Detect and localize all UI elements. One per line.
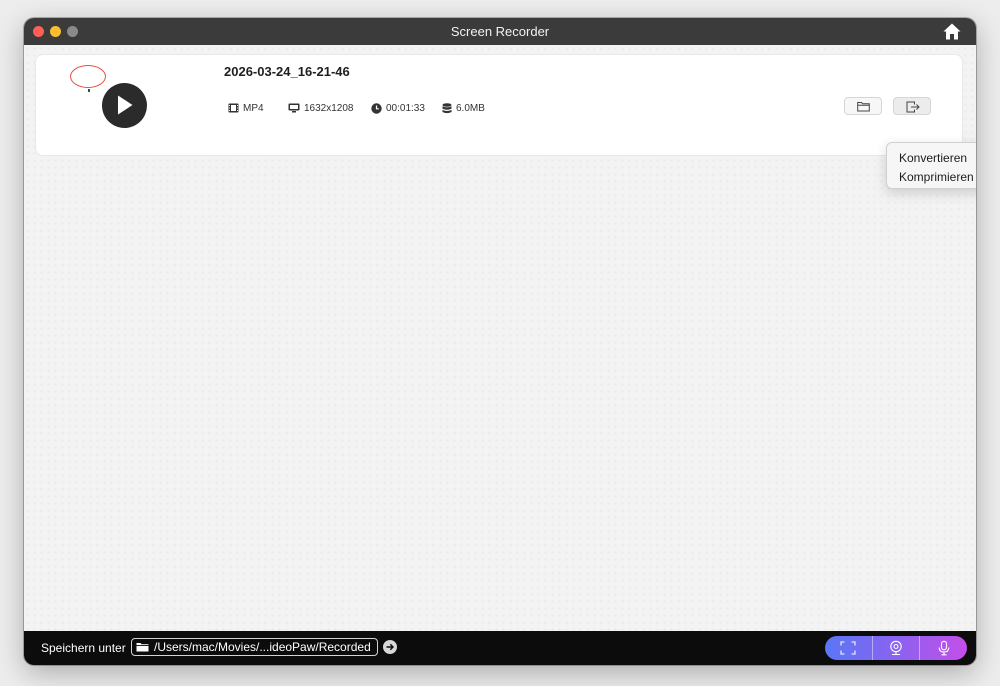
recording-mode-switcher — [825, 636, 967, 660]
arrow-right-icon — [386, 643, 394, 651]
folder-icon — [136, 643, 149, 652]
monitor-icon — [288, 103, 300, 113]
export-icon — [906, 101, 920, 113]
menu-item-convert[interactable]: Konvertieren — [887, 149, 976, 168]
recording-item: 2026-03-24_16-21-46 MP4 1632x1208 00:01:… — [35, 54, 963, 156]
export-button[interactable] — [893, 97, 931, 115]
window-title: Screen Recorder — [450, 24, 550, 39]
recording-file-name: 2026-03-24_16-21-46 — [224, 64, 350, 79]
thumbnail-mark — [88, 89, 90, 92]
screen-capture-icon — [840, 641, 856, 655]
export-menu: Konvertieren Komprimieren — [886, 142, 976, 189]
folder-icon — [857, 102, 870, 112]
webcam-icon — [890, 640, 902, 656]
duration-value: 00:01:33 — [386, 102, 425, 114]
resolution-value: 1632x1208 — [304, 102, 354, 114]
title-bar: Screen Recorder — [24, 18, 976, 45]
screen-mode-button[interactable] — [825, 636, 872, 660]
app-window: Screen Recorder 2026-03-24_16-21-46 MP4 … — [24, 18, 976, 665]
bottom-bar: Speichern unter /Users/mac/Movies/...ide… — [24, 631, 976, 665]
audio-mode-button[interactable] — [919, 636, 967, 660]
open-folder-button[interactable] — [844, 97, 882, 115]
recording-size: 6.0MB — [442, 101, 485, 115]
film-icon — [228, 103, 239, 113]
database-icon — [442, 102, 452, 113]
save-path-field[interactable]: /Users/mac/Movies/...ideoPaw/Recorded — [131, 638, 378, 656]
size-value: 6.0MB — [456, 102, 485, 114]
thumbnail-annotation — [70, 65, 106, 88]
play-button[interactable] — [102, 83, 147, 128]
microphone-icon — [938, 640, 950, 656]
recordings-list: 2026-03-24_16-21-46 MP4 1632x1208 00:01:… — [24, 45, 976, 631]
play-icon — [118, 95, 133, 115]
recording-resolution: 1632x1208 — [288, 101, 354, 115]
open-save-path-button[interactable] — [383, 640, 397, 654]
recording-format: MP4 — [228, 101, 264, 115]
clock-icon — [371, 102, 382, 114]
save-location-label: Speichern unter — [41, 641, 126, 655]
save-path-value: /Users/mac/Movies/...ideoPaw/Recorded — [154, 640, 371, 654]
format-value: MP4 — [243, 102, 264, 114]
menu-item-compress[interactable]: Komprimieren — [887, 168, 976, 187]
recording-duration: 00:01:33 — [371, 101, 425, 115]
home-icon[interactable] — [942, 22, 962, 41]
webcam-mode-button[interactable] — [871, 636, 920, 660]
